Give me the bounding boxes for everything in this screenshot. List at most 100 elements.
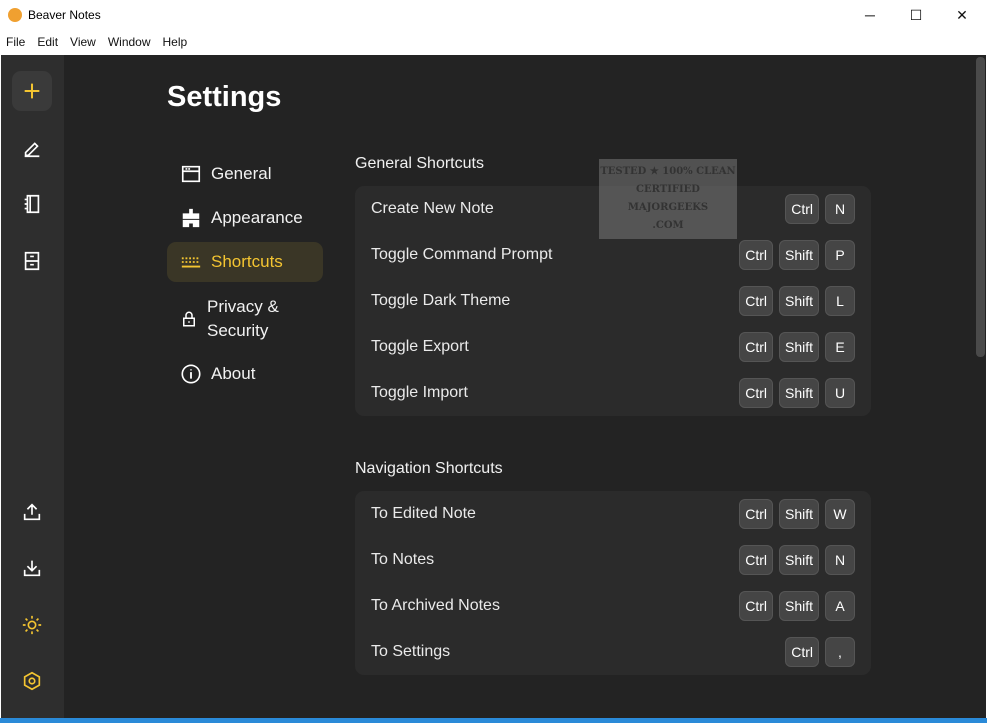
settings-button[interactable] [12,661,52,701]
menu-help[interactable]: Help [157,35,194,49]
key-combo: Ctrl Shift A [739,591,855,621]
shortcut-label: To Edited Note [371,505,476,522]
window-icon [181,165,201,183]
shortcut-row: Toggle Export Ctrl Shift E [371,324,855,370]
title-bar: Beaver Notes ─ ☐ ✕ [0,0,987,30]
maximize-button[interactable]: ☐ [893,0,939,30]
keycap: E [825,332,855,362]
menu-window[interactable]: Window [102,35,157,49]
archive-button[interactable] [12,241,52,281]
notebook-button[interactable] [12,184,52,224]
keyboard-icon [181,257,201,268]
nav-label: About [211,364,256,383]
keycap: Shift [778,591,819,621]
nav-appearance[interactable]: Appearance [167,198,323,238]
nav-privacy-security[interactable]: Privacy & Security [167,292,323,346]
shortcut-row: To Edited Note Ctrl Shift W [371,491,855,537]
keycap: Ctrl [739,545,773,575]
new-note-button[interactable] [12,71,52,111]
shortcut-row: To Settings Ctrl, [371,629,855,675]
sidebar-rail [1,55,64,719]
nav-about[interactable]: About [167,354,323,394]
beaver-app-icon [8,8,22,22]
keycap: Ctrl [785,194,819,224]
window-border [0,718,987,723]
shortcut-row: To Notes Ctrl Shift N [371,537,855,583]
keycap: Shift [778,332,819,362]
shortcut-row: To Archived Notes Ctrl Shift A [371,583,855,629]
keycap: Ctrl [785,637,819,667]
notebook-icon [24,194,40,214]
export-button[interactable] [12,492,52,532]
plus-icon [24,83,40,99]
nav-label: Appearance [211,208,303,227]
keycap: N [825,194,855,224]
window-title: Beaver Notes [28,8,101,22]
shortcut-label: To Notes [371,551,435,568]
shortcut-label: Toggle Dark Theme [371,292,511,309]
shortcut-label: Create New Note [371,200,494,217]
key-combo: Ctrl N [785,194,855,224]
keycap: Shift [778,240,819,270]
key-combo: Ctrl Shift U [739,378,855,408]
upload-icon [23,503,41,521]
scrollbar[interactable] [976,57,985,357]
lock-icon [183,311,195,327]
shortcut-label: Toggle Command Prompt [371,246,553,263]
nav-label: Privacy & Security [207,297,279,340]
close-button[interactable]: ✕ [939,0,985,30]
section-title: General Shortcuts [355,155,484,172]
shortcut-label: Toggle Import [371,384,468,401]
page-title: Settings [167,81,282,113]
keycap: U [825,378,855,408]
menu-file[interactable]: File [0,35,31,49]
nav-general[interactable]: General [167,154,323,194]
paint-icon [182,208,200,228]
shortcut-label: To Settings [371,643,451,660]
shortcut-row: Toggle Import Ctrl Shift U [371,370,855,416]
menu-edit[interactable]: Edit [31,35,64,49]
keycap: , [825,637,855,667]
keycap: Shift [778,545,819,575]
shortcut-row: Toggle Dark Theme Ctrl Shift L [371,278,855,324]
key-combo: Ctrl Shift E [739,332,855,362]
sun-icon [22,615,42,635]
info-icon [181,364,201,384]
keycap: Ctrl [739,240,773,270]
menu-view[interactable]: View [64,35,102,49]
keycap: Ctrl [739,378,773,408]
notes-button[interactable] [12,128,52,168]
keycap: Shift [778,286,819,316]
key-combo: Ctrl, [785,637,855,667]
hexagon-settings-icon [23,671,41,691]
pencil-icon [24,142,40,158]
keycap: Ctrl [739,286,773,316]
key-combo: Ctrl Shift L [739,286,855,316]
download-icon [23,560,41,577]
shortcut-label: Toggle Export [371,338,469,355]
keycap: N [825,545,855,575]
keycap: Ctrl [739,591,773,621]
theme-toggle-button[interactable] [12,605,52,645]
keycap: Ctrl [739,499,773,529]
keycap: A [825,591,855,621]
keycap: Ctrl [739,332,773,362]
import-button[interactable] [12,548,52,588]
shortcut-label: To Archived Notes [371,597,500,614]
majorgeeks-watermark: TESTED ★ 100% CLEAN CERTIFIED MAJORGEEKS .C… [599,159,737,239]
keycap: Shift [778,499,819,529]
key-combo: Ctrl Shift N [739,545,855,575]
keycap: Shift [778,378,819,408]
keycap: W [825,499,855,529]
section-title: Navigation Shortcuts [355,460,503,477]
keycap: P [825,240,855,270]
nav-label: General [211,164,272,183]
nav-label: Shortcuts [211,252,283,271]
app-body: Settings General Appearance Shortcuts Pr… [1,55,986,719]
shortcut-card: To Edited Note Ctrl Shift W To Notes Ctrl Shif… [355,491,871,675]
minimize-button[interactable]: ─ [847,0,893,30]
archive-icon [24,251,40,271]
nav-shortcuts[interactable]: Shortcuts [167,242,323,282]
key-combo: Ctrl Shift W [739,499,855,529]
keycap: L [825,286,855,316]
